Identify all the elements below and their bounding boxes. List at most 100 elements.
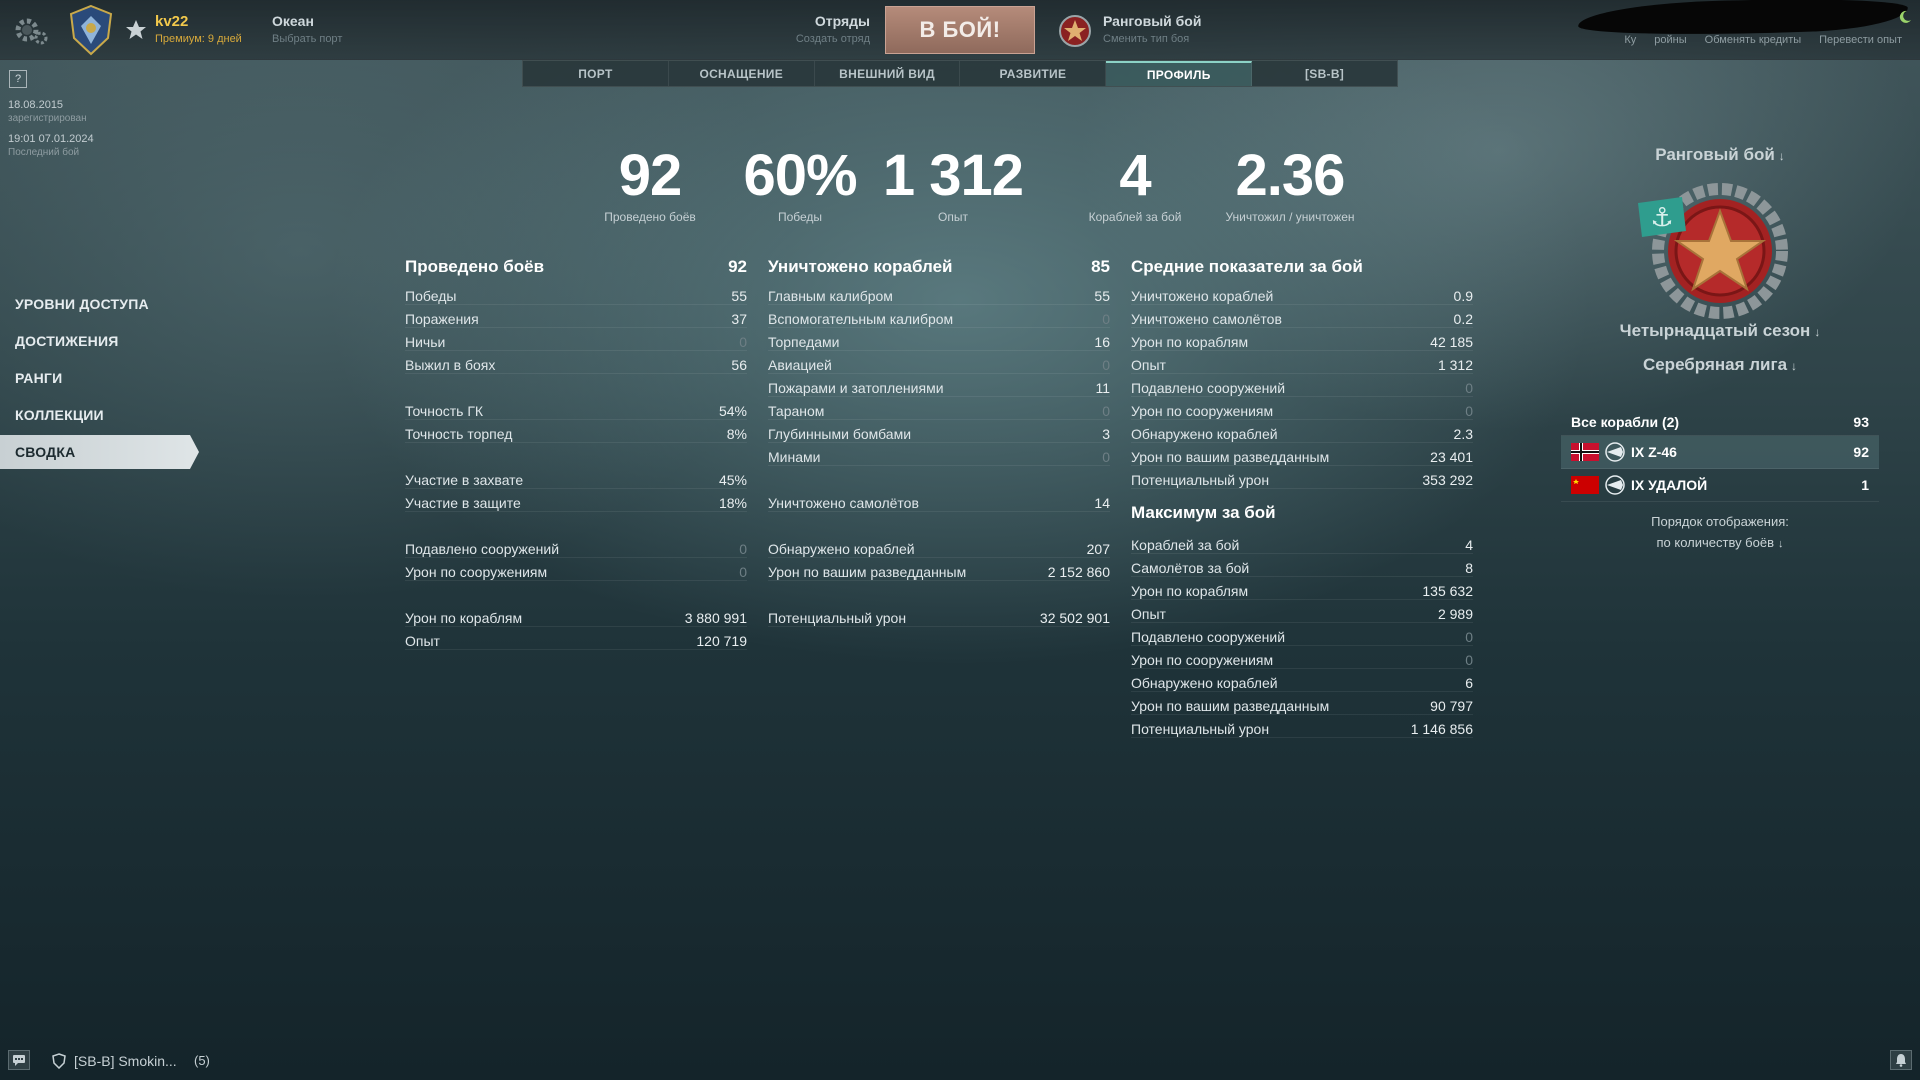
stat-row: Вспомогательным калибром 0 <box>768 305 1110 328</box>
stat-row: Подавлено сооружений 0 <box>1131 623 1473 646</box>
tab-clan[interactable]: [SB-B] <box>1252 61 1397 86</box>
stat-value: 0 <box>1465 403 1473 419</box>
squads-button[interactable]: Отряды Создать отряд <box>760 13 870 45</box>
ship-count: 92 <box>1853 444 1869 460</box>
stat-row: Точность ГК 54% <box>405 397 747 420</box>
stat-row: Пожарами и затоплениями 11 <box>768 374 1110 397</box>
chat-icon[interactable] <box>8 1050 30 1070</box>
stat-row: Уничтожено кораблей 0.9 <box>1131 282 1473 305</box>
stat-label: Потенциальный урон <box>768 610 907 626</box>
stat-value: 2.3 <box>1453 426 1473 442</box>
notification-bell-icon[interactable] <box>1890 1050 1912 1070</box>
stat-row: Урон по вашим разведданным 90 797 <box>1131 692 1473 715</box>
stat-label: Авиацией <box>768 357 832 373</box>
side-item-collections[interactable]: КОЛЛЕКЦИИ <box>0 398 200 432</box>
tab-port[interactable]: ПОРТ <box>523 61 669 86</box>
side-item-ranks[interactable]: РАНГИ <box>0 361 200 395</box>
top-link-buy[interactable]: Ку <box>1624 34 1636 46</box>
chevron-down-icon: ↓ <box>1778 538 1784 550</box>
port-name[interactable]: Океан <box>272 13 314 29</box>
stat-value: 0 <box>1102 449 1110 465</box>
battles-header: Проведено боёв 92 <box>405 252 747 282</box>
column-title: Средние показатели за бой <box>1131 257 1363 276</box>
stat-value: 1 146 856 <box>1410 721 1473 737</box>
stat-value: 90 797 <box>1430 698 1473 714</box>
create-squad-label: Создать отряд <box>795 33 870 45</box>
ranked-battle-icon[interactable] <box>1058 14 1092 48</box>
stat-label: Выжил в боях <box>405 357 496 373</box>
ship-row-z46[interactable]: IX Z-46 92 <box>1561 436 1879 469</box>
rank-star-icon <box>126 20 146 39</box>
player-emblem-icon[interactable] <box>68 4 114 56</box>
side-item-access-levels[interactable]: УРОВНИ ДОСТУПА <box>0 287 200 321</box>
stat-value: 0 <box>1465 629 1473 645</box>
stat-value: 55 <box>1094 288 1110 304</box>
stat-row: Урон по вашим разведданным 2 152 860 <box>768 558 1110 581</box>
row-spacer <box>405 443 747 466</box>
summary-label: Проведено боёв <box>604 210 696 224</box>
stat-row: Поражения 37 <box>405 305 747 328</box>
all-ships-row[interactable]: Все корабли (2) 93 <box>1561 408 1879 436</box>
summary-wins: 60% Победы <box>720 142 880 224</box>
stat-value: 14 <box>1094 495 1110 511</box>
stat-label: Урон по сооружениям <box>1131 652 1274 668</box>
side-item-summary[interactable]: СВОДКА <box>0 435 199 469</box>
clan-chat-count: (5) <box>194 1053 210 1068</box>
rank-medal: ⚓ <box>1560 171 1880 321</box>
stat-value: 207 <box>1086 541 1110 557</box>
battles-column: Проведено боёв 92 Победы 55 Поражения 37 Нич… <box>405 252 747 650</box>
stat-row: Самолётов за бой 8 <box>1131 554 1473 577</box>
average-column: Средние показатели за бой Уничтожено кор… <box>1131 252 1473 738</box>
battle-type-selector[interactable]: Ранговый бой Сменить тип боя <box>1103 13 1201 45</box>
row-spacer <box>768 512 1110 535</box>
profile-side-menu: УРОВНИ ДОСТУПА ДОСТИЖЕНИЯ РАНГИ КОЛЛЕКЦИ… <box>0 287 200 472</box>
tab-appearance[interactable]: ВНЕШНИЙ ВИД <box>815 61 961 86</box>
top-link-doubloons[interactable]: ройны <box>1654 34 1686 46</box>
stat-row: Урон по кораблям 42 185 <box>1131 328 1473 351</box>
sort-order-value: по количеству боёв <box>1656 535 1774 550</box>
league-selector[interactable]: Серебряная лига ↓ <box>1560 355 1880 375</box>
side-item-achievements[interactable]: ДОСТИЖЕНИЯ <box>0 324 200 358</box>
stat-value: 8% <box>726 426 747 442</box>
premium-status[interactable]: Премиум: 9 дней <box>155 33 242 45</box>
select-port-link[interactable]: Выбрать порт <box>272 33 342 45</box>
sort-order-label: Порядок отображения: <box>1651 514 1789 529</box>
sort-order-selector[interactable]: по количеству боёв ↓ <box>1561 535 1879 550</box>
stat-value: 55 <box>731 288 747 304</box>
stat-value: 4 <box>1465 537 1473 553</box>
season-selector[interactable]: Четырнадцатый сезон ↓ <box>1560 321 1880 341</box>
help-button[interactable]: ? <box>9 70 27 88</box>
settings-gear-icon[interactable] <box>10 12 50 48</box>
stat-value: 32 502 901 <box>1039 610 1110 626</box>
stat-value: 0 <box>739 564 747 580</box>
top-link-exchange-credits[interactable]: Обменять кредиты <box>1705 34 1801 46</box>
row-spacer <box>768 581 1110 604</box>
battle-button[interactable]: В БОЙ! <box>885 6 1035 54</box>
player-name[interactable]: kv22 <box>155 13 188 30</box>
clan-chat-channel[interactable]: [SB-B] Smokin... <box>74 1053 177 1069</box>
top-link-convert-xp[interactable]: Перевести опыт <box>1819 34 1902 46</box>
battle-mode-selector[interactable]: Ранговый бой ↓ <box>1560 145 1880 165</box>
tab-development[interactable]: РАЗВИТИЕ <box>960 61 1107 86</box>
stat-value: 18% <box>718 495 747 511</box>
tab-profile[interactable]: ПРОФИЛЬ <box>1106 61 1253 86</box>
stat-label: Урон по кораблям <box>405 610 523 626</box>
summary-label: Кораблей за бой <box>1088 210 1182 224</box>
svg-text:⚓: ⚓ <box>1650 203 1673 233</box>
stat-row: Участие в защите 18% <box>405 489 747 512</box>
stat-row: Торпедами 16 <box>768 328 1110 351</box>
all-ships-label: Все корабли (2) <box>1571 413 1680 430</box>
battles-rows: Победы 55 Поражения 37 Ничьи 0 Выжил в боях 56 Т… <box>405 282 747 650</box>
chevron-down-icon: ↓ <box>1814 325 1821 339</box>
ship-row-udaloy[interactable]: IX УДАЛОЙ 1 <box>1561 469 1879 502</box>
tab-equipment[interactable]: ОСНАЩЕНИЕ <box>669 61 815 86</box>
stat-label: Подавлено сооружений <box>1131 380 1286 396</box>
stat-label: Подавлено сооружений <box>1131 629 1286 645</box>
clan-shield-icon <box>52 1053 66 1069</box>
stat-value: 2 989 <box>1437 606 1473 622</box>
ussr-flag-icon <box>1571 476 1599 494</box>
stat-label: Опыт <box>1131 357 1166 373</box>
stat-row: Авиацией 0 <box>768 351 1110 374</box>
stat-label: Пожарами и затоплениями <box>768 380 944 396</box>
stat-label: Опыт <box>405 633 440 649</box>
